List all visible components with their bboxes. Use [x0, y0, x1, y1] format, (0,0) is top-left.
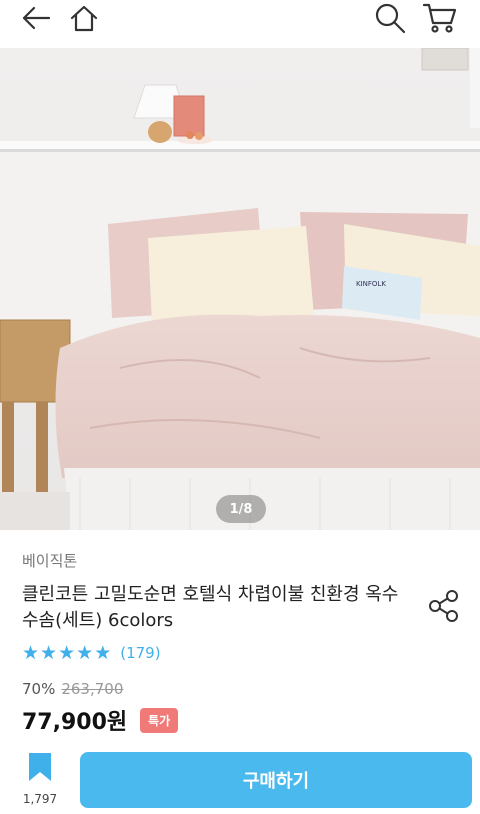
star-icon: ★: [58, 641, 76, 664]
top-navigation: [0, 0, 480, 42]
original-price: 263,700: [61, 680, 124, 698]
share-icon[interactable]: [426, 588, 462, 624]
book-cover-text: KINFOLK: [356, 280, 386, 288]
discount-row: 70% 263,700: [22, 680, 123, 698]
search-icon[interactable]: [370, 0, 410, 36]
brand-name[interactable]: 베이직톤: [22, 550, 77, 571]
buy-button[interactable]: 구매하기: [80, 752, 472, 808]
star-icon: ★: [94, 641, 112, 664]
price-row: 77,900원 특가: [22, 704, 179, 736]
home-icon[interactable]: [64, 0, 104, 36]
sale-price: 77,900원: [22, 710, 128, 735]
rating-summary[interactable]: ★ ★ ★ ★ ★ (179): [22, 643, 161, 663]
star-rating: ★ ★ ★ ★ ★: [22, 641, 112, 664]
arrow-left-icon[interactable]: [16, 0, 56, 36]
review-count[interactable]: (179): [120, 644, 160, 662]
bookmark-count: 1,797: [22, 792, 58, 806]
bookmark-icon: [29, 753, 51, 781]
discount-rate: 70%: [22, 680, 56, 698]
cart-icon[interactable]: [420, 0, 460, 36]
image-pager: 1/8: [216, 495, 266, 523]
special-badge: 특가: [140, 707, 179, 733]
bookmark-button[interactable]: 1,797: [18, 752, 62, 812]
bottom-action-bar: 1,797 구매하기: [0, 746, 480, 814]
star-icon: ★: [40, 641, 58, 664]
product-title: 클린코튼 고밀도순면 호텔식 차렵이불 친환경 옥수수솜(세트) 6colors: [22, 584, 399, 631]
star-icon: ★: [76, 641, 94, 664]
product-image[interactable]: KINFOLK: [0, 48, 480, 530]
star-icon: ★: [22, 641, 40, 664]
